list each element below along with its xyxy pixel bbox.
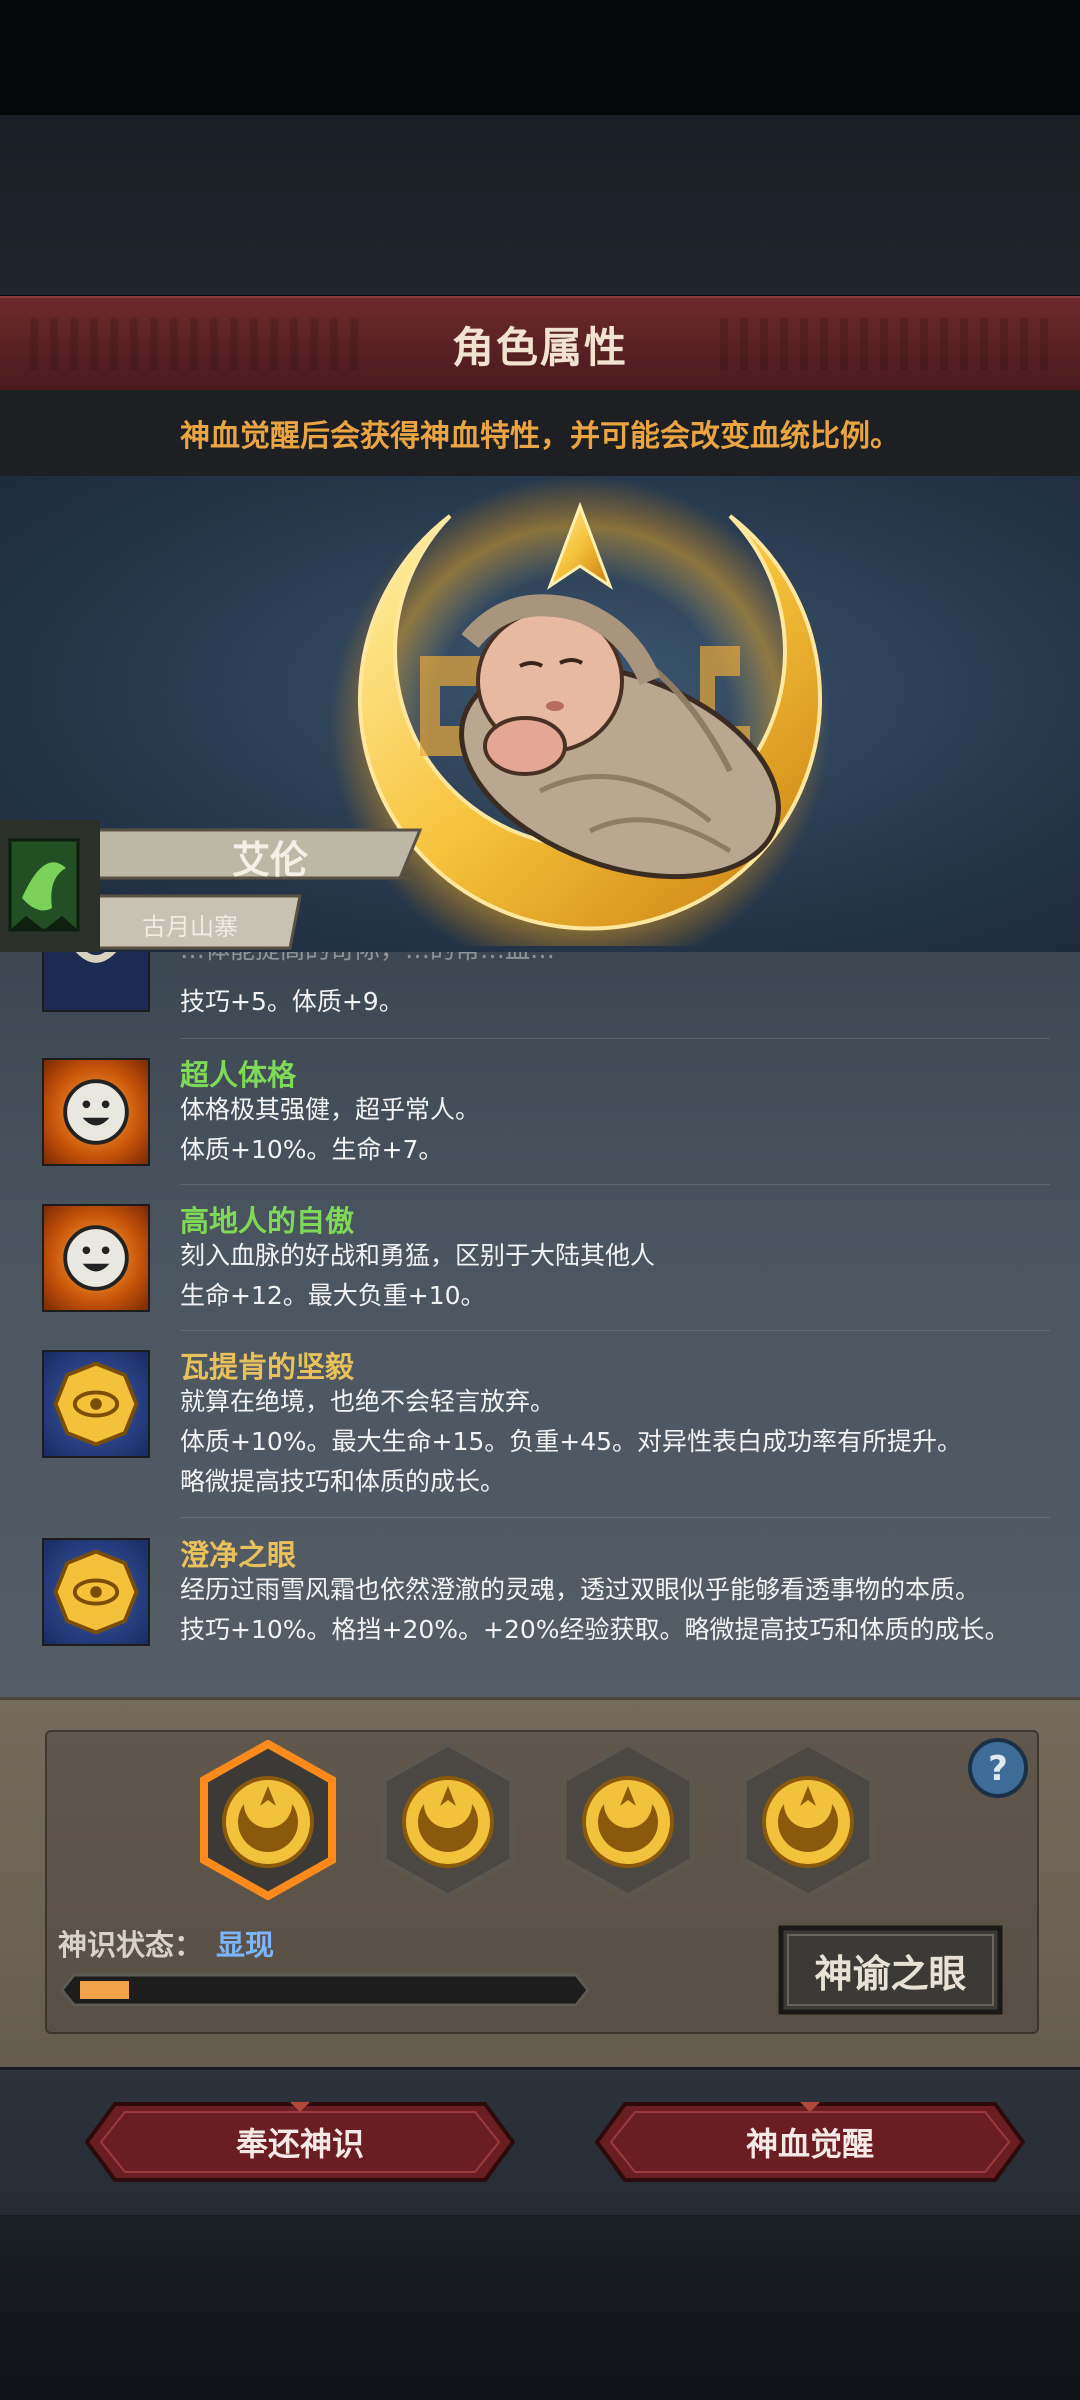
divider [180,1517,1050,1518]
trait-partial-line: …体能提高的奇际，…的常…血… [180,952,1050,970]
smiling-face-icon [42,1058,150,1166]
trait-name: 澄净之眼 [180,1538,297,1572]
trait-description: 体格极其强健，超乎常人。 体质+10%。生命+7。 [180,1095,481,1164]
title-bar: 角色属性 [0,296,1080,392]
title-decoration-right [720,318,1050,370]
character-clan: 古月山寨 [142,913,238,941]
divider [180,1330,1050,1331]
golden-eye-seal-icon [42,1538,150,1646]
divider [180,1038,1050,1039]
status-bar-area [0,0,1080,115]
godsense-status-label: 神识状态： [58,1928,204,1962]
godsense-slot-3[interactable] [558,1740,698,1900]
return-godsense-label[interactable]: 奉还神识 [85,2102,515,2182]
golden-eye-seal-icon [42,1350,150,1458]
godsense-slot-1[interactable] [198,1740,338,1900]
svg-text:?: ? [988,1749,1008,1789]
trait-name: 高地人的自傲 [180,1204,355,1238]
blue-spirit-icon [42,952,150,1012]
progress-fill [80,1981,129,1999]
blood-awaken-label[interactable]: 神血觉醒 [595,2102,1025,2182]
trait-name: 瓦提肯的坚毅 [180,1350,355,1384]
godsense-progress-bar [60,1973,590,2007]
trait-name: 超人体格 [180,1058,297,1092]
hint-strip: 神血觉醒后会获得神血特性，并可能会改变血统比例。 [0,390,1080,476]
trait-list[interactable]: …体能提高的奇际，…的常…血… 技巧+5。体质+9。 超人体格 体格极其强健，超… [0,952,1080,1697]
trait-description: 刻入血脉的好战和勇猛，区别于大陆其他人 生命+12。最大负重+10。 [180,1241,656,1310]
green-banner-icon [8,838,80,932]
oracle-eye-button-label[interactable]: 神谕之眼 [778,1925,1003,2015]
trait-description: 就算在绝境，也绝不会轻言放弃。 体质+10%。最大生命+15。负重+45。对异性… [180,1387,963,1496]
lower-backdrop [0,2215,1080,2400]
character-name: 艾伦 [231,838,308,882]
godsense-status-value: 显现 [216,1928,275,1962]
question-mark-icon[interactable]: ? [966,1736,1030,1800]
divider [180,1184,1050,1185]
baby-portrait [459,594,781,880]
smiling-face-icon [42,1204,150,1312]
upper-backdrop [0,115,1080,295]
godsense-slot-4[interactable] [738,1740,878,1900]
trait-description: 经历过雨雪风霜也依然澄澈的灵魂，透过双眼似乎能够看透事物的本质。 技巧+10%。… [180,1575,1010,1644]
page-title: 角色属性 [451,322,628,372]
trait-description: 技巧+5。体质+9。 [180,987,404,1016]
awakening-hint: 神血觉醒后会获得神血特性，并可能会改变血统比例。 [180,419,900,454]
godsense-slot-2[interactable] [378,1740,518,1900]
title-decoration-left [30,318,360,370]
